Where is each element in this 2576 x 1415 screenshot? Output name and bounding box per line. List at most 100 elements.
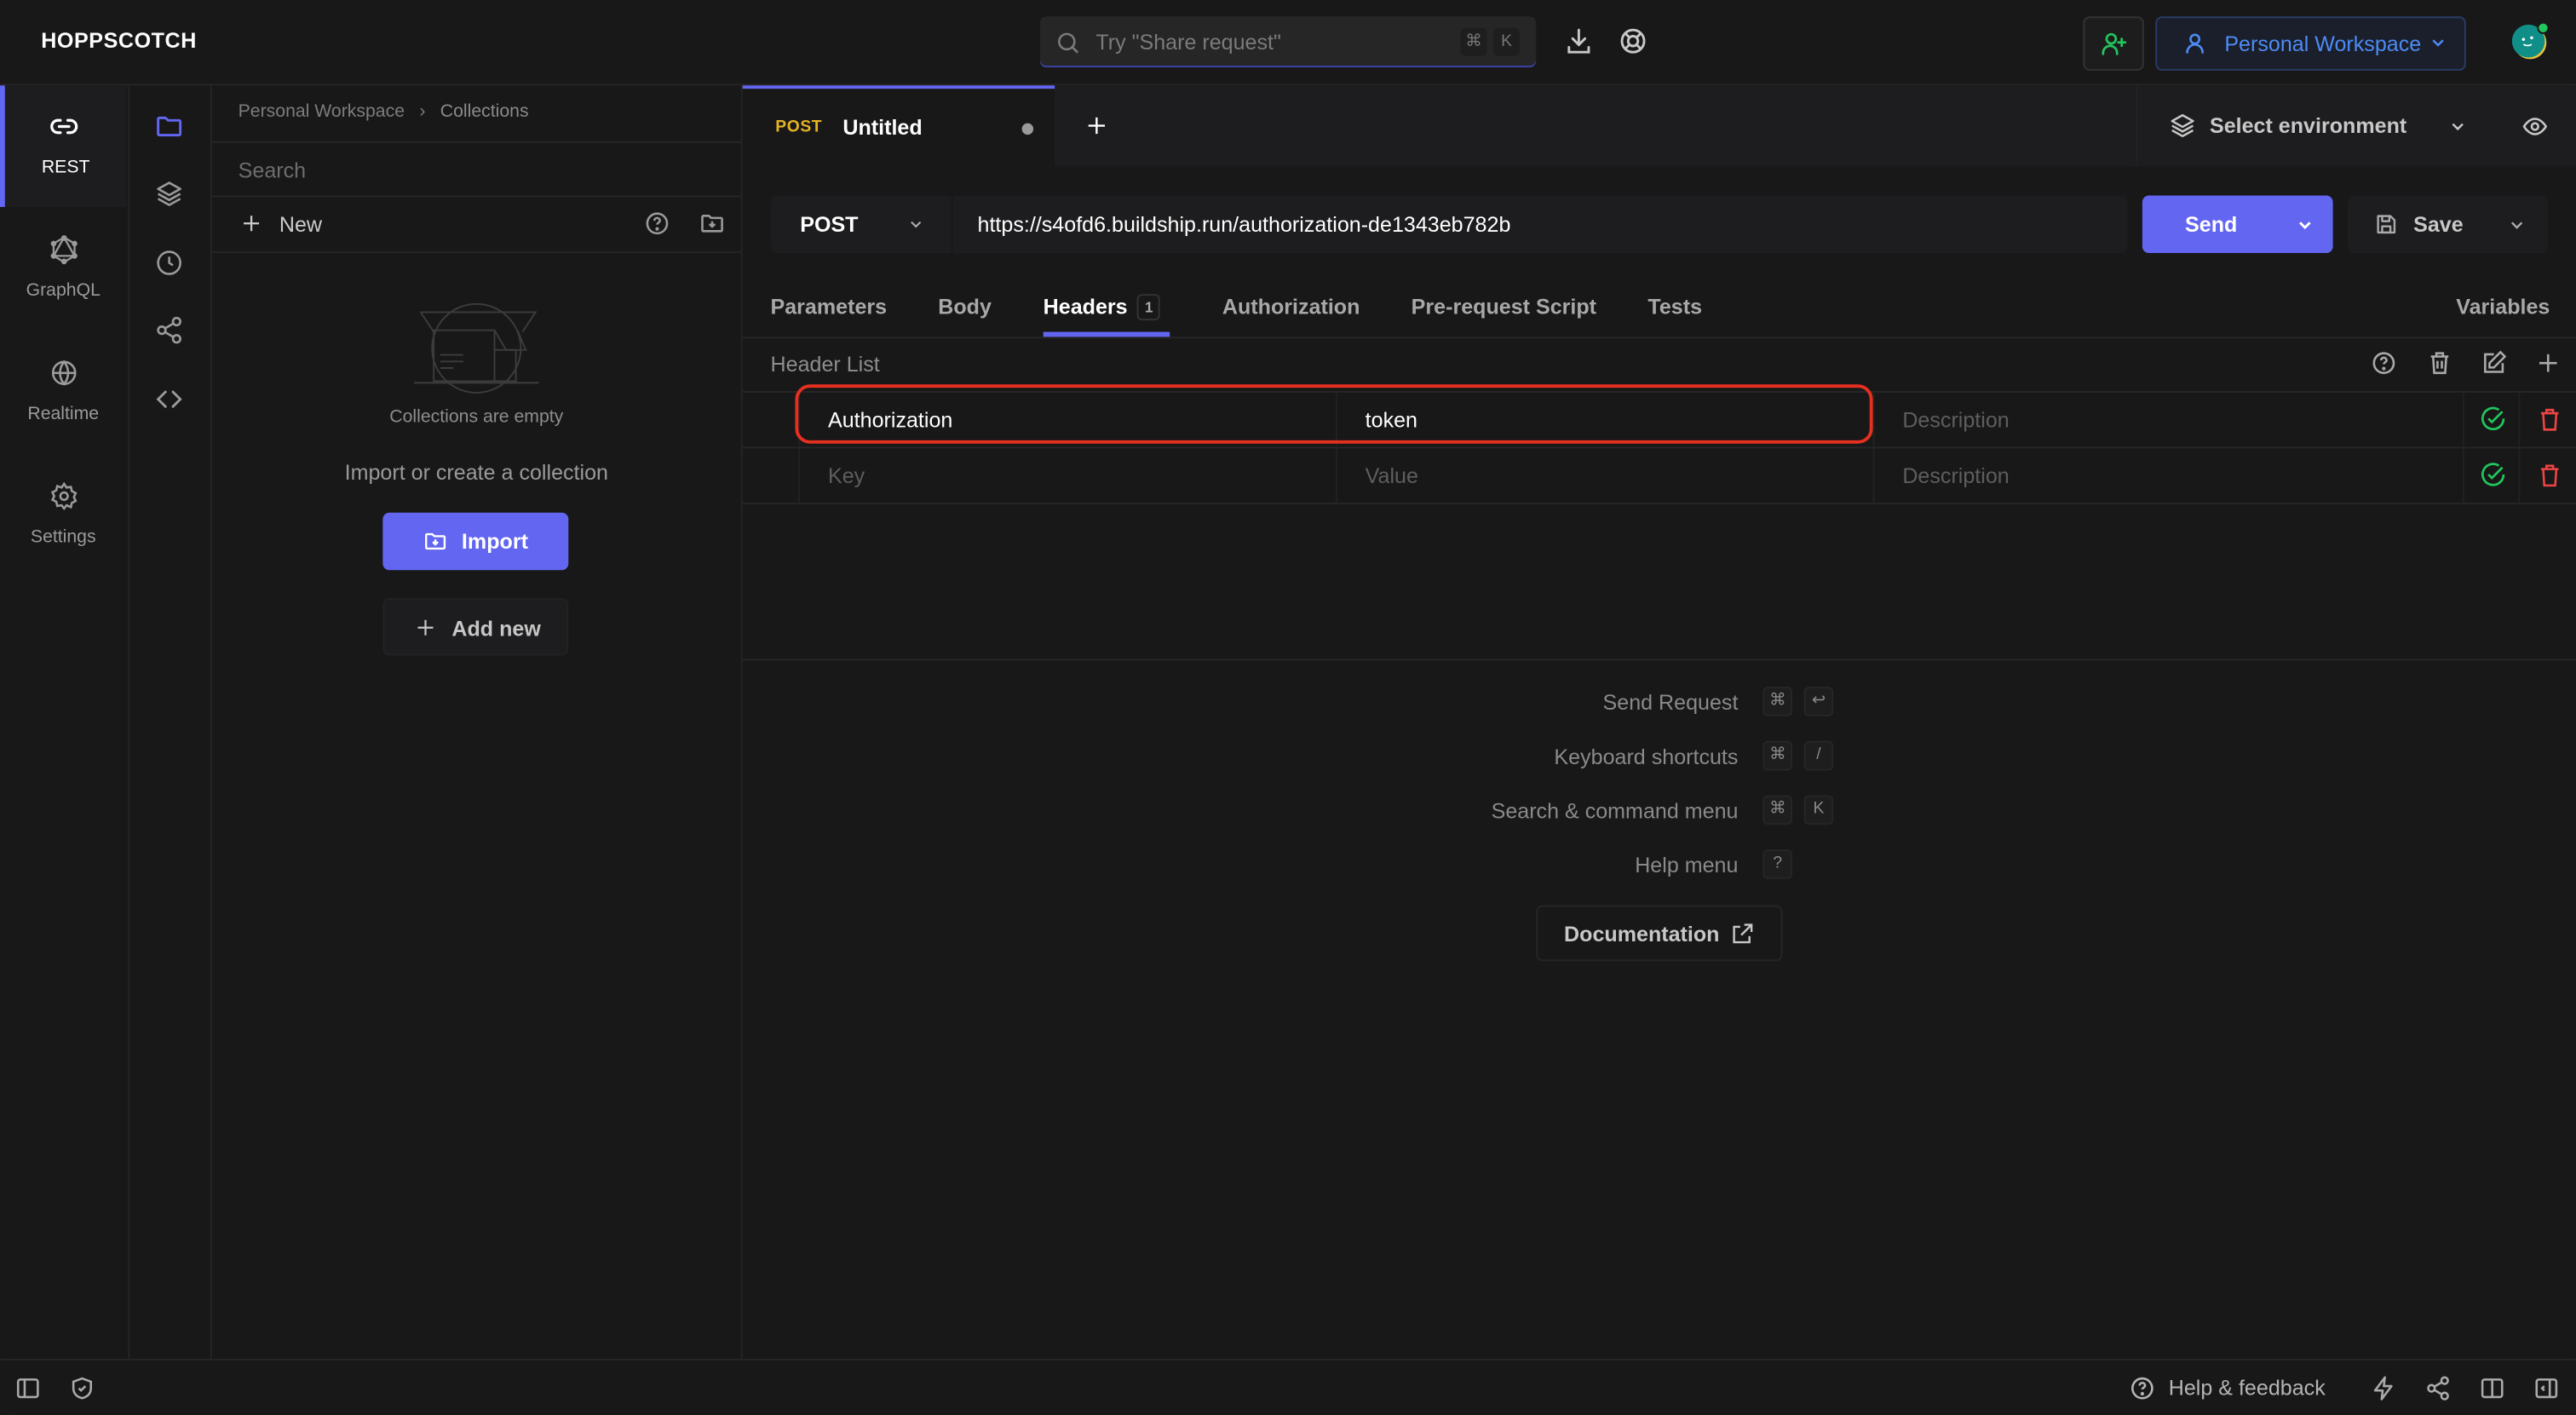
import-collection-button[interactable]: Import: [382, 512, 569, 571]
tab-variables[interactable]: Variables: [2456, 294, 2550, 319]
split-layout-icon[interactable]: [2479, 1375, 2505, 1401]
header-description-input[interactable]: Description: [1872, 392, 2463, 447]
code-icon[interactable]: [154, 384, 184, 414]
check-circle-icon: [2479, 406, 2507, 434]
environment-selector[interactable]: Select environment: [2136, 85, 2481, 166]
shortcut-label: Send Request: [1602, 690, 1739, 715]
unsaved-dot-icon[interactable]: [1021, 123, 1034, 135]
layers-icon: [2169, 112, 2197, 140]
history-clock-icon[interactable]: [154, 248, 184, 278]
header-key: Authorization: [828, 407, 953, 433]
header-value-input[interactable]: token: [1335, 392, 1873, 447]
header-value: token: [1365, 407, 1418, 433]
send-options-chevron-icon[interactable]: [2295, 216, 2314, 235]
nav-settings[interactable]: Settings: [0, 455, 127, 577]
request-tabs: POST Untitled Select environment: [742, 85, 2576, 166]
header-value-input[interactable]: Value: [1335, 448, 1873, 503]
header-delete-button[interactable]: [2518, 448, 2576, 503]
nav-realtime[interactable]: Realtime: [0, 332, 127, 454]
header-key-input[interactable]: Key: [798, 448, 1336, 503]
shortcut-key: ?: [1762, 849, 1793, 879]
help-feedback-button[interactable]: Help & feedback: [2169, 1375, 2326, 1400]
add-header-plus-icon[interactable]: [2535, 350, 2562, 377]
chevron-down-icon: [2428, 33, 2447, 53]
nav-graphql[interactable]: GraphQL: [0, 209, 127, 331]
new-tab-plus-icon[interactable]: [1084, 113, 1109, 138]
help-circle-icon[interactable]: [2129, 1375, 2155, 1401]
help-icon[interactable]: [2371, 350, 2397, 377]
header-list-title: Header List: [770, 351, 880, 377]
header-description-placeholder: Description: [1902, 463, 2010, 488]
method-select[interactable]: POST: [771, 195, 953, 254]
documentation-button[interactable]: Documentation: [1536, 905, 1783, 962]
plus-icon[interactable]: [240, 212, 263, 235]
tab-headers[interactable]: Headers 1: [1043, 294, 1161, 321]
support-icon[interactable]: [1619, 26, 1648, 56]
user-avatar[interactable]: [2510, 21, 2550, 60]
invite-user-button[interactable]: [2083, 16, 2144, 71]
download-icon[interactable]: [1564, 26, 1594, 56]
tab-tests[interactable]: Tests: [1647, 294, 1702, 319]
shortcut-row: Send Request ⌘ ↩: [743, 687, 2576, 720]
workspace-selector[interactable]: Personal Workspace: [2155, 16, 2466, 71]
request-sections-tabs: Parameters Body Headers 1 Authorization P…: [742, 279, 2576, 339]
primary-nav: REST GraphQL Realtime Settings: [0, 85, 130, 1359]
shortcut-key: ↩: [1803, 687, 1834, 716]
request-tab-untitled[interactable]: POST Untitled: [742, 85, 1055, 166]
header-delete-button[interactable]: [2518, 392, 2576, 447]
header-key-input[interactable]: Authorization: [798, 392, 1336, 447]
add-new-collection-button[interactable]: Add new: [382, 598, 569, 656]
tab-authorization[interactable]: Authorization: [1222, 294, 1360, 319]
header-toggle[interactable]: [2462, 392, 2519, 447]
breadcrumb: Personal Workspace › Collections: [239, 102, 529, 122]
folder-icon[interactable]: [154, 112, 184, 141]
tab-pre-request-script[interactable]: Pre-request Script: [1412, 294, 1596, 319]
eye-icon[interactable]: [2521, 113, 2548, 140]
header-description-input[interactable]: Description: [1872, 448, 2463, 503]
save-button[interactable]: Save: [2347, 195, 2549, 254]
import-label: Import: [461, 529, 528, 554]
status-bar: Help & feedback: [0, 1358, 2576, 1415]
help-icon[interactable]: [644, 210, 670, 237]
share-icon[interactable]: [154, 315, 184, 345]
shortcut-key: /: [1803, 740, 1834, 771]
lightning-icon[interactable]: [2371, 1375, 2397, 1401]
command-search-input[interactable]: Try "Share request" ⌘ K: [1039, 16, 1537, 68]
header-toggle[interactable]: [2462, 448, 2519, 503]
shortcut-key: ⌘: [1762, 795, 1793, 825]
url-input[interactable]: https://s4ofd6.buildship.run/authorizati…: [978, 212, 1511, 237]
shortcut-row: Help menu ?: [743, 849, 2576, 883]
app-logo[interactable]: HOPPSCOTCH: [41, 28, 197, 53]
plus-icon: [414, 616, 437, 639]
save-options-chevron-icon[interactable]: [2507, 216, 2527, 235]
collapse-panel-icon[interactable]: [2533, 1375, 2560, 1401]
shortcut-key: ⌘: [1762, 740, 1793, 771]
new-collection-button[interactable]: New: [279, 212, 322, 237]
share-icon[interactable]: [2425, 1375, 2452, 1401]
collections-search-input[interactable]: Search: [211, 141, 741, 198]
shortcut-label: Help menu: [1635, 852, 1739, 877]
tab-title: Untitled: [842, 115, 923, 140]
empty-box-illustration: [412, 283, 540, 394]
search-icon: [1055, 30, 1081, 56]
send-button[interactable]: Send: [2142, 195, 2333, 254]
tab-headers-label: Headers: [1043, 294, 1128, 319]
nav-rest[interactable]: REST: [0, 85, 127, 208]
layers-icon[interactable]: [154, 179, 184, 209]
active-tab-indicator: [1043, 331, 1170, 337]
bulk-edit-icon[interactable]: [2481, 350, 2507, 377]
sidebar-toggle-icon[interactable]: [14, 1375, 41, 1401]
breadcrumb-collections[interactable]: Collections: [440, 102, 529, 122]
clear-all-trash-icon[interactable]: [2427, 350, 2453, 377]
shield-check-icon[interactable]: [69, 1375, 95, 1401]
collections-search-placeholder: Search: [238, 158, 307, 183]
tab-body[interactable]: Body: [938, 294, 992, 319]
breadcrumb-workspace[interactable]: Personal Workspace: [239, 102, 405, 122]
search-placeholder: Try "Share request": [1095, 29, 1281, 55]
collections-panel: Personal Workspace › Collections Search Ne…: [211, 85, 743, 1359]
shortcut-row: Keyboard shortcuts ⌘ /: [743, 740, 2576, 774]
check-circle-icon: [2479, 462, 2507, 490]
import-folder-icon[interactable]: [699, 210, 727, 237]
request-workspace: POST Untitled Select environment POST ht…: [742, 85, 2576, 1359]
tab-parameters[interactable]: Parameters: [771, 294, 888, 319]
